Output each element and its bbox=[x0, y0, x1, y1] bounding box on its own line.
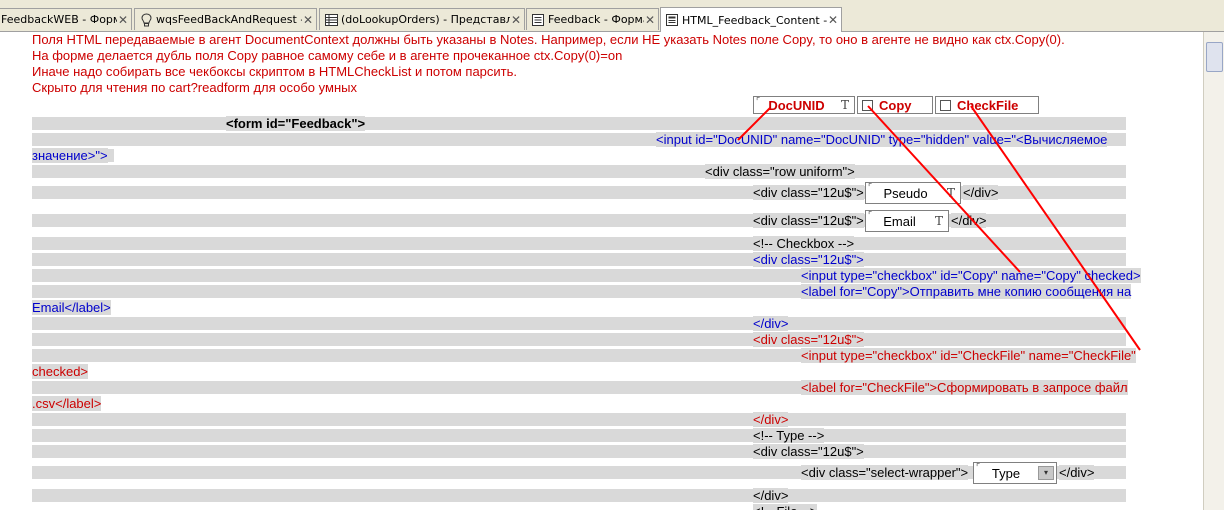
tab-feedbackweb-form[interactable]: FeedbackWEB - Форма ✕ bbox=[0, 8, 132, 30]
tab-label: HTML_Feedback_Content -... bbox=[682, 13, 827, 27]
tab-dolookuporders[interactable]: (doLookupOrders) - Представле... ✕ bbox=[319, 8, 525, 30]
docunid-field[interactable]: ⌜ DocUNID T bbox=[753, 96, 855, 114]
scrollbar-thumb[interactable] bbox=[1206, 42, 1223, 72]
note-line-3: Иначе надо собирать все чекбоксы скрипто… bbox=[32, 64, 518, 79]
subform-icon bbox=[665, 13, 679, 27]
close-icon[interactable]: ✕ bbox=[302, 13, 314, 27]
chevron-down-icon: ▾ bbox=[1038, 466, 1054, 480]
code-div-close: </div> bbox=[963, 185, 999, 200]
tab-label: FeedbackWEB - Форма bbox=[1, 13, 117, 26]
note-line-4: Скрыто для чтения по cart?readform для о… bbox=[32, 80, 357, 95]
tab-feedback-form[interactable]: Feedback - Форма ✕ bbox=[526, 8, 659, 30]
hidden-paragraph-band bbox=[32, 117, 1126, 130]
pseudo-field[interactable]: ⌜ Pseudo T bbox=[865, 182, 961, 204]
copy-checkbox-field[interactable]: Copy bbox=[857, 96, 933, 114]
code-div-12u: <div class="12u$"> bbox=[753, 252, 864, 267]
hidden-paragraph-band bbox=[32, 253, 1126, 266]
code-div-12u: <div class="12u$"> bbox=[753, 213, 864, 228]
hidden-paragraph-band bbox=[32, 186, 1126, 199]
form-icon bbox=[531, 13, 545, 27]
hidden-paragraph-band bbox=[32, 413, 1126, 426]
code-input-checkfile-cont: checked> bbox=[32, 364, 89, 379]
code-div-close: </div> bbox=[951, 213, 987, 228]
vertical-scrollbar[interactable] bbox=[1203, 32, 1224, 510]
agent-bulb-icon bbox=[139, 12, 153, 27]
email-field[interactable]: ⌜ Email T bbox=[865, 210, 949, 232]
checkfile-field-label: CheckFile bbox=[957, 97, 1019, 113]
note-line-2: На форме делается дубль поля Copy равное… bbox=[32, 48, 623, 63]
type-dropdown-field[interactable]: ⌜ Type ▾ bbox=[973, 462, 1057, 484]
hidden-paragraph-band bbox=[32, 317, 1126, 330]
docunid-field-label: DocUNID bbox=[768, 97, 825, 113]
code-input-checkfile: <input type="checkbox" id="CheckFile" na… bbox=[801, 348, 1136, 363]
code-input-copy: <input type="checkbox" id="Copy" name="C… bbox=[801, 268, 1141, 283]
checkbox-icon bbox=[940, 99, 951, 111]
text-type-icon: T bbox=[840, 98, 849, 112]
code-input-docunid: <input id="DocUNID" name="DocUNID" type=… bbox=[656, 132, 1108, 147]
code-comment-type: <!-- Type --> bbox=[753, 428, 825, 443]
code-div-close: </div> bbox=[753, 412, 789, 427]
hidden-paragraph-band bbox=[32, 429, 1126, 442]
code-label-checkfile-cont: .csv</label> bbox=[32, 396, 102, 411]
code-div-select-wrapper: <div class="select-wrapper"> bbox=[801, 465, 969, 480]
code-div-close: </div> bbox=[753, 316, 789, 331]
tab-label: (doLookupOrders) - Представле... bbox=[341, 13, 510, 26]
code-div-row: <div class="row uniform"> bbox=[705, 164, 855, 179]
checkfile-checkbox-field[interactable]: CheckFile bbox=[935, 96, 1039, 114]
tab-label: Feedback - Форма bbox=[548, 13, 644, 26]
close-icon[interactable]: ✕ bbox=[827, 13, 839, 27]
close-icon[interactable]: ✕ bbox=[117, 13, 129, 27]
tab-label: wqsFeedBackAndRequest -... bbox=[156, 13, 302, 26]
code-div-12u: <div class="12u$"> bbox=[753, 185, 864, 200]
close-icon[interactable]: ✕ bbox=[644, 13, 656, 27]
hidden-paragraph-band bbox=[32, 237, 1126, 250]
tab-wqsfeedbackandrequest[interactable]: wqsFeedBackAndRequest -... ✕ bbox=[134, 8, 317, 30]
code-div-close: </div> bbox=[1059, 465, 1095, 480]
code-div-close: </div> bbox=[753, 488, 789, 503]
code-input-docunid-cont: значение>"> bbox=[32, 148, 108, 163]
hidden-paragraph-band bbox=[32, 489, 1126, 502]
code-partial-line: <!-- File --> bbox=[753, 504, 818, 510]
tab-html-feedback-content[interactable]: HTML_Feedback_Content -... ✕ bbox=[660, 7, 842, 32]
code-div-12u: <div class="12u$"> bbox=[753, 332, 864, 347]
code-comment-checkbox: <!-- Checkbox --> bbox=[753, 236, 855, 251]
code-label-copy: <label for="Copy">Отправить мне копию со… bbox=[801, 284, 1132, 299]
copy-field-label: Copy bbox=[879, 97, 912, 113]
hidden-paragraph-band bbox=[32, 333, 1126, 346]
code-label-checkfile: <label for="CheckFile">Сформировать в за… bbox=[801, 380, 1128, 395]
close-icon[interactable]: ✕ bbox=[510, 13, 522, 27]
code-div-12u: <div class="12u$"> bbox=[753, 444, 864, 459]
view-icon bbox=[324, 13, 338, 27]
note-line-1: Поля HTML передаваемые в агент DocumentC… bbox=[32, 32, 1065, 47]
type-field-label: Type bbox=[991, 465, 1021, 481]
pseudo-field-label: Pseudo bbox=[883, 185, 928, 201]
tab-bar: FeedbackWEB - Форма ✕ wqsFeedBackAndRequ… bbox=[0, 0, 1224, 32]
text-type-icon: T bbox=[934, 214, 943, 228]
hidden-paragraph-band bbox=[32, 165, 1126, 178]
hidden-paragraph-band bbox=[32, 445, 1126, 458]
checkbox-icon bbox=[862, 99, 873, 111]
text-type-icon: T bbox=[946, 186, 955, 200]
code-form-open: <form id="Feedback"> bbox=[226, 116, 366, 131]
email-field-label: Email bbox=[883, 213, 916, 229]
code-label-copy-cont: Email</label> bbox=[32, 300, 111, 315]
